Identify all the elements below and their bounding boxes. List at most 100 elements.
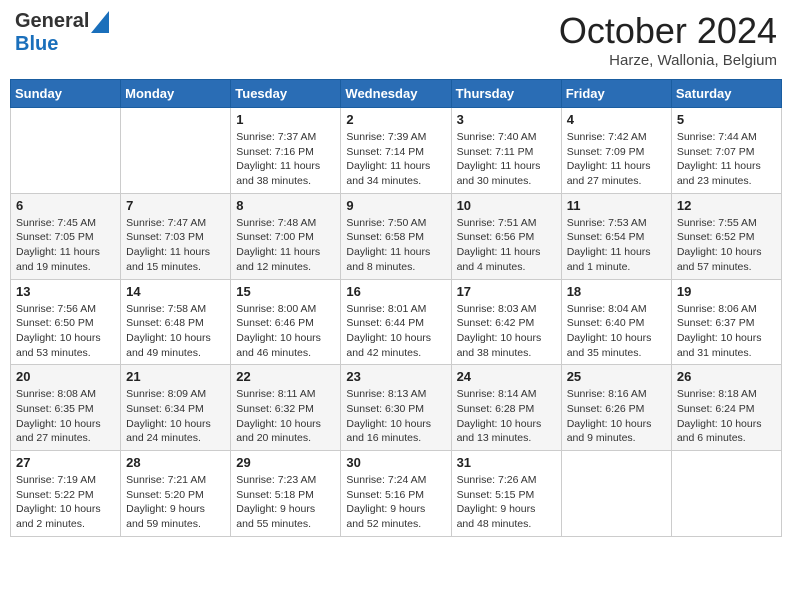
calendar-cell: 22Sunrise: 8:11 AM Sunset: 6:32 PM Dayli… <box>231 365 341 451</box>
day-info: Sunrise: 8:09 AM Sunset: 6:34 PM Dayligh… <box>126 387 225 446</box>
day-number: 22 <box>236 369 335 384</box>
day-number: 8 <box>236 198 335 213</box>
calendar-week-row: 20 Sunrise: 8:08 AM Sunset: 6:35 PM Dayli… <box>11 365 782 451</box>
calendar-cell: 25Sunrise: 8:16 AM Sunset: 6:26 PM Dayli… <box>561 365 671 451</box>
day-number: 21 <box>126 369 225 384</box>
day-number: 26 <box>677 369 776 384</box>
day-number: 23 <box>346 369 445 384</box>
calendar-cell: 12 Sunrise: 7:55 AM Sunset: 6:52 PM Dayli… <box>671 193 781 279</box>
calendar-cell: 6 Sunrise: 7:45 AM Sunset: 7:05 PM Daylig… <box>11 193 121 279</box>
day-of-week-header: Thursday <box>451 80 561 108</box>
calendar-header-row: SundayMondayTuesdayWednesdayThursdayFrid… <box>11 80 782 108</box>
day-info: Sunrise: 8:13 AM Sunset: 6:30 PM Dayligh… <box>346 387 445 446</box>
location-title: Harze, Wallonia, Belgium <box>559 52 777 69</box>
day-number: 27 <box>16 455 115 470</box>
calendar-cell: 7Sunrise: 7:47 AM Sunset: 7:03 PM Daylig… <box>121 193 231 279</box>
calendar-cell: 1Sunrise: 7:37 AM Sunset: 7:16 PM Daylig… <box>231 108 341 194</box>
calendar-cell: 15 Sunrise: 8:00 AM Sunset: 6:46 PM Dayli… <box>231 279 341 365</box>
day-number: 4 <box>567 112 666 127</box>
calendar-cell: 8 Sunrise: 7:48 AM Sunset: 7:00 PM Daylig… <box>231 193 341 279</box>
calendar-cell: 26Sunrise: 8:18 AM Sunset: 6:24 PM Dayli… <box>671 365 781 451</box>
calendar-cell: 3 Sunrise: 7:40 AM Sunset: 7:11 PM Daylig… <box>451 108 561 194</box>
day-info: Sunrise: 7:19 AM Sunset: 5:22 PM Dayligh… <box>16 473 115 532</box>
day-info: Sunrise: 7:24 AM Sunset: 5:16 PM Dayligh… <box>346 473 445 532</box>
day-number: 9 <box>346 198 445 213</box>
day-of-week-header: Saturday <box>671 80 781 108</box>
logo: General Blue <box>15 10 111 56</box>
calendar-cell: 5Sunrise: 7:44 AM Sunset: 7:07 PM Daylig… <box>671 108 781 194</box>
day-info: Sunrise: 7:21 AM Sunset: 5:20 PM Dayligh… <box>126 473 225 532</box>
day-info: Sunrise: 7:50 AM Sunset: 6:58 PM Dayligh… <box>346 216 445 275</box>
day-of-week-header: Wednesday <box>341 80 451 108</box>
day-number: 15 <box>236 284 335 299</box>
day-info: Sunrise: 7:42 AM Sunset: 7:09 PM Dayligh… <box>567 130 666 189</box>
calendar-cell: 2 Sunrise: 7:39 AM Sunset: 7:14 PM Daylig… <box>341 108 451 194</box>
calendar-cell <box>11 108 121 194</box>
calendar-cell: 19 Sunrise: 8:06 AM Sunset: 6:37 PM Dayli… <box>671 279 781 365</box>
title-area: October 2024 Harze, Wallonia, Belgium <box>559 10 777 69</box>
day-info: Sunrise: 8:01 AM Sunset: 6:44 PM Dayligh… <box>346 302 445 361</box>
day-info: Sunrise: 7:58 AM Sunset: 6:48 PM Dayligh… <box>126 302 225 361</box>
day-number: 14 <box>126 284 225 299</box>
day-number: 1 <box>236 112 335 127</box>
calendar-cell: 17Sunrise: 8:03 AM Sunset: 6:42 PM Dayli… <box>451 279 561 365</box>
calendar-cell: 11 Sunrise: 7:53 AM Sunset: 6:54 PM Dayli… <box>561 193 671 279</box>
day-info: Sunrise: 7:39 AM Sunset: 7:14 PM Dayligh… <box>346 130 445 189</box>
day-number: 5 <box>677 112 776 127</box>
calendar-cell: 4 Sunrise: 7:42 AM Sunset: 7:09 PM Daylig… <box>561 108 671 194</box>
calendar-cell: 18 Sunrise: 8:04 AM Sunset: 6:40 PM Dayli… <box>561 279 671 365</box>
calendar-cell: 20 Sunrise: 8:08 AM Sunset: 6:35 PM Dayli… <box>11 365 121 451</box>
logo-blue: Blue <box>15 33 58 55</box>
day-number: 18 <box>567 284 666 299</box>
calendar-cell: 14 Sunrise: 7:58 AM Sunset: 6:48 PM Dayli… <box>121 279 231 365</box>
day-info: Sunrise: 8:04 AM Sunset: 6:40 PM Dayligh… <box>567 302 666 361</box>
day-number: 3 <box>457 112 556 127</box>
day-info: Sunrise: 8:00 AM Sunset: 6:46 PM Dayligh… <box>236 302 335 361</box>
calendar-cell: 10 Sunrise: 7:51 AM Sunset: 6:56 PM Dayli… <box>451 193 561 279</box>
calendar-cell <box>671 451 781 537</box>
day-info: Sunrise: 7:48 AM Sunset: 7:00 PM Dayligh… <box>236 216 335 275</box>
day-number: 28 <box>126 455 225 470</box>
day-info: Sunrise: 7:55 AM Sunset: 6:52 PM Dayligh… <box>677 216 776 275</box>
calendar-cell: 9 Sunrise: 7:50 AM Sunset: 6:58 PM Daylig… <box>341 193 451 279</box>
calendar-cell: 29 Sunrise: 7:23 AM Sunset: 5:18 PM Dayli… <box>231 451 341 537</box>
calendar-cell: 30Sunrise: 7:24 AM Sunset: 5:16 PM Dayli… <box>341 451 451 537</box>
day-info: Sunrise: 7:23 AM Sunset: 5:18 PM Dayligh… <box>236 473 335 532</box>
calendar-cell <box>561 451 671 537</box>
day-number: 2 <box>346 112 445 127</box>
day-number: 16 <box>346 284 445 299</box>
day-info: Sunrise: 7:56 AM Sunset: 6:50 PM Dayligh… <box>16 302 115 361</box>
day-number: 29 <box>236 455 335 470</box>
day-number: 10 <box>457 198 556 213</box>
day-info: Sunrise: 7:26 AM Sunset: 5:15 PM Dayligh… <box>457 473 556 532</box>
calendar-cell: 28 Sunrise: 7:21 AM Sunset: 5:20 PM Dayli… <box>121 451 231 537</box>
header: General Blue October 2024 Harze, Walloni… <box>10 10 782 69</box>
calendar-cell: 24Sunrise: 8:14 AM Sunset: 6:28 PM Dayli… <box>451 365 561 451</box>
day-number: 17 <box>457 284 556 299</box>
calendar-cell: 27 Sunrise: 7:19 AM Sunset: 5:22 PM Dayli… <box>11 451 121 537</box>
day-info: Sunrise: 7:47 AM Sunset: 7:03 PM Dayligh… <box>126 216 225 275</box>
calendar-week-row: 13Sunrise: 7:56 AM Sunset: 6:50 PM Dayli… <box>11 279 782 365</box>
day-info: Sunrise: 7:53 AM Sunset: 6:54 PM Dayligh… <box>567 216 666 275</box>
day-info: Sunrise: 8:08 AM Sunset: 6:35 PM Dayligh… <box>16 387 115 446</box>
logo-general: General <box>15 10 89 33</box>
day-number: 11 <box>567 198 666 213</box>
day-of-week-header: Tuesday <box>231 80 341 108</box>
day-of-week-header: Sunday <box>11 80 121 108</box>
day-number: 31 <box>457 455 556 470</box>
day-number: 20 <box>16 369 115 384</box>
day-info: Sunrise: 8:06 AM Sunset: 6:37 PM Dayligh… <box>677 302 776 361</box>
day-of-week-header: Friday <box>561 80 671 108</box>
day-number: 24 <box>457 369 556 384</box>
day-number: 12 <box>677 198 776 213</box>
day-info: Sunrise: 7:40 AM Sunset: 7:11 PM Dayligh… <box>457 130 556 189</box>
day-info: Sunrise: 7:45 AM Sunset: 7:05 PM Dayligh… <box>16 216 115 275</box>
calendar-table: SundayMondayTuesdayWednesdayThursdayFrid… <box>10 79 782 537</box>
calendar-cell: 21 Sunrise: 8:09 AM Sunset: 6:34 PM Dayli… <box>121 365 231 451</box>
month-title: October 2024 <box>559 10 777 52</box>
day-number: 6 <box>16 198 115 213</box>
day-number: 19 <box>677 284 776 299</box>
day-info: Sunrise: 7:51 AM Sunset: 6:56 PM Dayligh… <box>457 216 556 275</box>
logo-icon <box>91 11 109 33</box>
day-number: 25 <box>567 369 666 384</box>
